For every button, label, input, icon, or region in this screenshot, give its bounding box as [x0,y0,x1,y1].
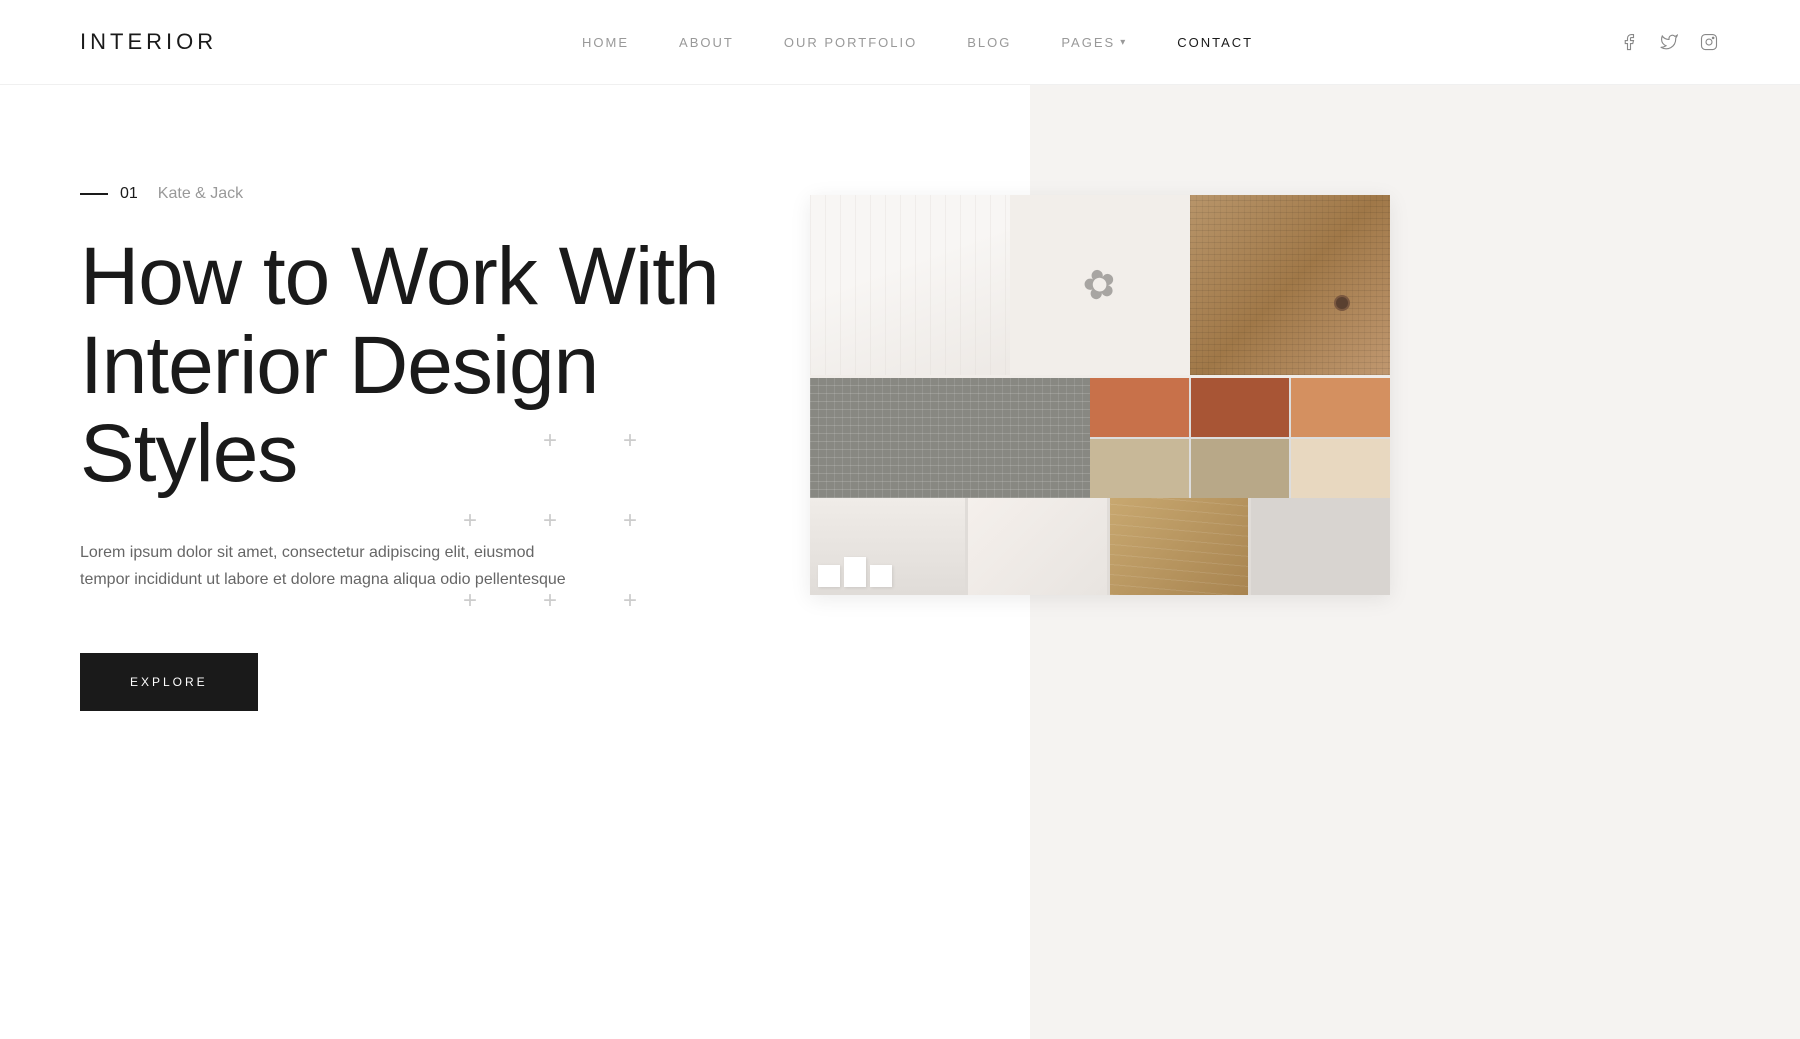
main-content: 01 Kate & Jack How to Work With Interior… [0,85,1800,1039]
header: INTERIOR HOME ABOUT OUR PORTFOLIO BLOG P… [0,0,1800,85]
material-sample-2 [968,498,1107,595]
subtitle-row: 01 Kate & Jack [80,185,780,203]
color-chip-6 [1291,439,1390,498]
slide-number: 01 [80,185,138,203]
pages-chevron-icon: ▾ [1120,37,1127,48]
main-nav: HOME ABOUT OUR PORTFOLIO BLOG PAGES ▾ CO… [582,35,1253,50]
plus-icon-4: + [520,491,580,551]
color-chip-2 [1191,378,1290,437]
hero-image-container: ✿ [810,195,1720,595]
hero-left: 01 Kate & Jack How to Work With Interior… [80,145,780,711]
color-swatches [1090,378,1390,498]
nav-item-about[interactable]: ABOUT [679,35,734,50]
plus-icon-8: + [600,571,660,631]
plus-icon-7: + [520,571,580,631]
material-samples-bottom [810,498,1390,595]
white-box-1 [818,565,840,587]
color-chip-5 [1191,439,1290,498]
nav-item-pages[interactable]: PAGES ▾ [1061,35,1127,50]
nav-item-portfolio[interactable]: OUR PORTFOLIO [784,35,917,50]
hero-right: ✿ [780,145,1720,945]
plus-icon-3: + [440,491,500,551]
button-detail [1334,295,1350,311]
color-chip-4 [1090,439,1189,498]
color-chip-1 [1090,378,1189,437]
fabric-swatch-4 [810,378,1090,498]
fabric-swatch-2: ✿ [1010,195,1190,375]
white-box-3 [870,565,892,587]
material-sample-3 [1110,498,1249,595]
plus-icon-5: + [600,491,660,551]
material-sample-4 [1251,498,1390,595]
nav-item-contact[interactable]: CONTACT [1177,35,1253,50]
dash-icon [80,193,108,195]
twitter-icon[interactable] [1658,31,1680,53]
color-chip-3 [1291,378,1390,437]
facebook-icon[interactable] [1618,31,1640,53]
plus-decoration-grid: + + + + + + + + [440,411,660,631]
instagram-icon[interactable] [1698,31,1720,53]
floral-decoration: ✿ [1078,258,1122,311]
hero-image: ✿ [810,195,1390,595]
white-box-samples [818,557,892,587]
social-links [1618,31,1720,53]
nav-item-home[interactable]: HOME [582,35,629,50]
nav-item-blog[interactable]: BLOG [967,35,1011,50]
white-box-2 [844,557,866,587]
plus-icon-2: + [600,411,660,471]
plus-icon-6: + [440,571,500,631]
material-sample-1 [810,498,965,595]
logo[interactable]: INTERIOR [80,29,217,55]
explore-button[interactable]: EXPLORE [80,653,258,711]
author-name: Kate & Jack [158,185,243,203]
fabric-swatch-3 [1190,195,1390,375]
fabric-swatch-1 [810,195,1010,375]
plus-icon-1: + [520,411,580,471]
